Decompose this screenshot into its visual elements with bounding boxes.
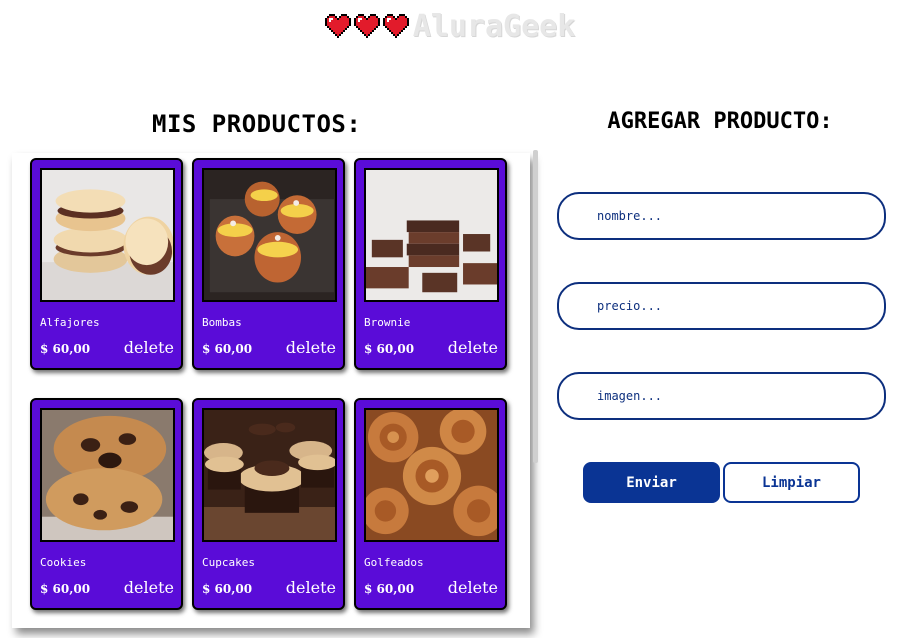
delete-button[interactable]: delete: [286, 578, 336, 597]
product-name: Golfeados: [364, 556, 424, 569]
product-name: Cupcakes: [202, 556, 255, 569]
clear-button[interactable]: Limpiar: [723, 462, 860, 503]
product-card: Cupcakes $ 60,00 delete: [192, 398, 345, 610]
heart-icon: [353, 14, 380, 38]
product-image-bombas: [202, 168, 337, 302]
name-input[interactable]: [557, 192, 886, 240]
product-card: Cookies $ 60,00 delete: [30, 398, 183, 610]
price-input[interactable]: [557, 282, 886, 330]
product-name: Bombas: [202, 316, 242, 329]
product-card: Alfajores $ 60,00 delete: [30, 158, 183, 370]
product-grid: Alfajores $ 60,00 delete Bombas $ 60,00 …: [30, 158, 507, 610]
product-price: $ 60,00: [40, 582, 91, 596]
send-button[interactable]: Enviar: [583, 462, 720, 503]
delete-button[interactable]: delete: [448, 338, 498, 357]
product-name: Brownie: [364, 316, 411, 329]
product-card: Bombas $ 60,00 delete: [192, 158, 345, 370]
product-name: Cookies: [40, 556, 87, 569]
hearts-group: [324, 13, 409, 39]
product-name: Alfajores: [40, 316, 100, 329]
products-panel: Alfajores $ 60,00 delete Bombas $ 60,00 …: [12, 153, 530, 628]
site-header: AluraGeek: [0, 8, 908, 44]
product-card: Golfeados $ 60,00 delete: [354, 398, 507, 610]
product-price: $ 60,00: [40, 342, 91, 356]
product-image-cupcakes: [202, 408, 337, 542]
product-price: $ 60,00: [364, 582, 415, 596]
product-image-brownie: [364, 168, 499, 302]
products-scrollbar[interactable]: [533, 150, 538, 463]
product-image-golfeados: [364, 408, 499, 542]
product-price: $ 60,00: [202, 342, 253, 356]
delete-button[interactable]: delete: [124, 578, 174, 597]
delete-button[interactable]: delete: [286, 338, 336, 357]
heart-icon: [324, 14, 351, 38]
product-price: $ 60,00: [364, 342, 415, 356]
image-input[interactable]: [557, 372, 886, 420]
site-logo-text: AluraGeek: [412, 8, 576, 44]
add-product-title: AGREGAR PRODUCTO:: [607, 109, 833, 134]
products-section-title: MIS PRODUCTOS:: [152, 110, 362, 138]
product-card: Brownie $ 60,00 delete: [354, 158, 507, 370]
product-image-alfajores: [40, 168, 175, 302]
heart-icon: [382, 14, 409, 38]
delete-button[interactable]: delete: [448, 578, 498, 597]
delete-button[interactable]: delete: [124, 338, 174, 357]
product-price: $ 60,00: [202, 582, 253, 596]
product-image-cookies: [40, 408, 175, 542]
